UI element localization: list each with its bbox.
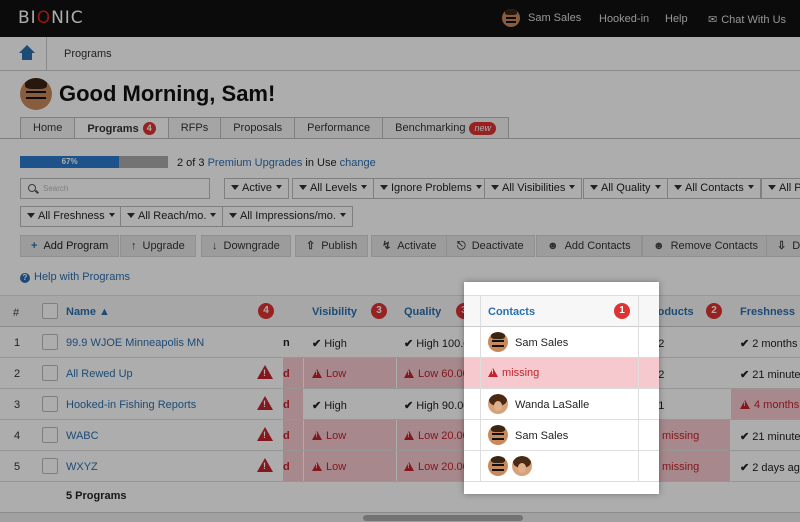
contact-cell[interactable]: Wanda LaSalle [464,389,659,420]
contacts-problem-count: 1 [614,303,630,319]
contact-cell[interactable] [464,451,659,482]
column-divider [638,295,639,481]
column-contacts[interactable]: Contacts [488,306,535,318]
contact-avatar [512,456,532,476]
contact-avatar [488,456,508,476]
warning-icon [488,368,498,377]
contact-avatar [488,394,508,414]
contact-cell[interactable]: Sam Sales [464,420,659,451]
tour-overlay [0,0,800,522]
column-divider [480,295,481,481]
contact-avatar [488,332,508,352]
contact-cell[interactable]: Sam Sales [464,327,659,358]
contact-avatar [488,425,508,445]
contacts-header: Contacts 1 [464,295,659,327]
contact-cell[interactable]: missing [464,358,659,389]
contacts-spotlight: Contacts 1 Sam Sales missing Wanda LaSal… [464,282,659,494]
